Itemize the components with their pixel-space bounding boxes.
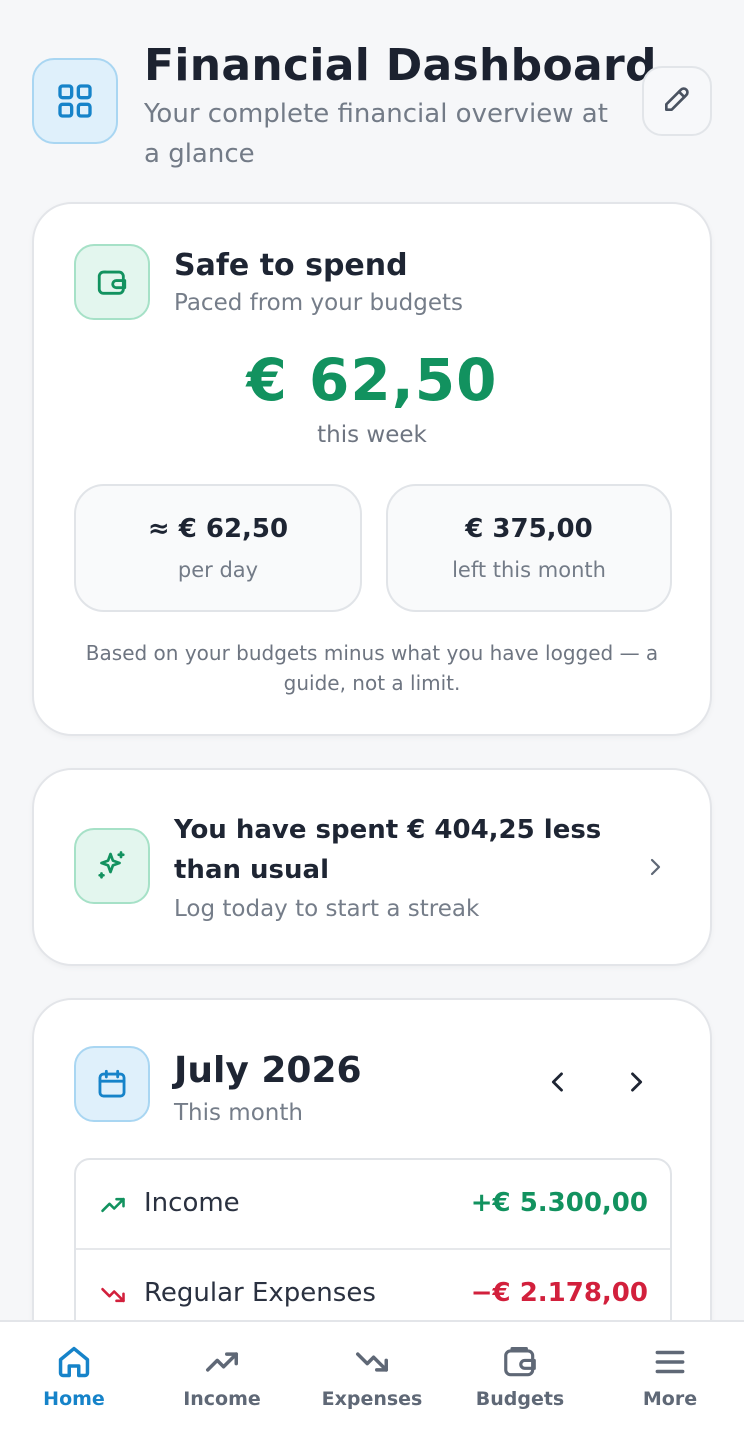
nav-label: Budgets (475, 1388, 565, 1410)
chevron-right-icon (640, 852, 670, 882)
safe-to-spend-subtitle: Paced from your budgets (174, 290, 464, 316)
insight-subtitle: Log today to start a streak (174, 896, 480, 922)
nav-item-more[interactable]: More (596, 1322, 744, 1448)
dashboard-page: Financial Dashboard Your complete financ… (0, 0, 744, 1448)
previous-month-button[interactable] (540, 1066, 576, 1102)
edit-button[interactable] (642, 66, 712, 136)
month-title: July 2026 (174, 1050, 362, 1091)
safe-to-spend-card: Safe to spend Paced from your budgets € … (32, 202, 712, 736)
chevron-left-icon (544, 1068, 572, 1100)
stat-label: left this month (452, 558, 606, 582)
spending-insight-card[interactable]: You have spent € 404,25 less than usual … (32, 768, 712, 966)
wallet-icon (74, 244, 150, 320)
safe-to-spend-period: this week (317, 422, 427, 448)
nav-item-expenses[interactable]: Expenses (298, 1322, 446, 1448)
row-label: Income (144, 1188, 240, 1218)
stat-value: € 375,00 (465, 514, 593, 544)
row-amount: +€ 5.300,00 (470, 1188, 648, 1218)
trending-down-icon (98, 1280, 128, 1310)
sparkles-icon (74, 828, 150, 904)
left-this-month-stat: € 375,00 left this month (386, 484, 672, 612)
safe-to-spend-title: Safe to spend (174, 248, 408, 283)
nav-item-income[interactable]: Income (148, 1322, 296, 1448)
row-label: Regular Expenses (144, 1278, 376, 1308)
trending-up-icon (98, 1190, 128, 1220)
grid-icon (32, 58, 118, 144)
month-subtitle: This month (174, 1100, 303, 1126)
trending-down-icon (352, 1342, 392, 1382)
chevron-right-icon (622, 1068, 650, 1100)
stat-value: ≈ € 62,50 (147, 514, 289, 544)
nav-label: More (642, 1388, 698, 1410)
row-amount: −€ 2.178,00 (470, 1278, 648, 1308)
nav-label: Home (43, 1388, 105, 1410)
page-header: Financial Dashboard Your complete financ… (32, 40, 712, 170)
safe-to-spend-amount: € 62,50 (246, 346, 498, 414)
calendar-icon (74, 1046, 150, 1122)
safe-to-spend-note: Based on your budgets minus what you hav… (85, 641, 659, 695)
home-icon (54, 1342, 94, 1382)
pencil-icon (661, 83, 693, 119)
page-title: Financial Dashboard (144, 40, 657, 91)
menu-icon (650, 1342, 690, 1382)
bottom-navigation: Home Income Expenses Budgets More (0, 1320, 744, 1448)
income-row[interactable]: Income +€ 5.300,00 (76, 1160, 670, 1250)
page-subtitle: Your complete financial overview at a gl… (144, 99, 608, 169)
nav-label: Income (183, 1388, 261, 1410)
nav-item-home[interactable]: Home (0, 1322, 148, 1448)
wallet-icon (500, 1342, 540, 1382)
nav-label: Expenses (321, 1388, 423, 1410)
trending-up-icon (202, 1342, 242, 1382)
next-month-button[interactable] (618, 1066, 654, 1102)
insight-title: You have spent € 404,25 less than usual (174, 815, 602, 885)
per-day-stat: ≈ € 62,50 per day (74, 484, 362, 612)
nav-item-budgets[interactable]: Budgets (446, 1322, 594, 1448)
stat-label: per day (177, 558, 259, 582)
